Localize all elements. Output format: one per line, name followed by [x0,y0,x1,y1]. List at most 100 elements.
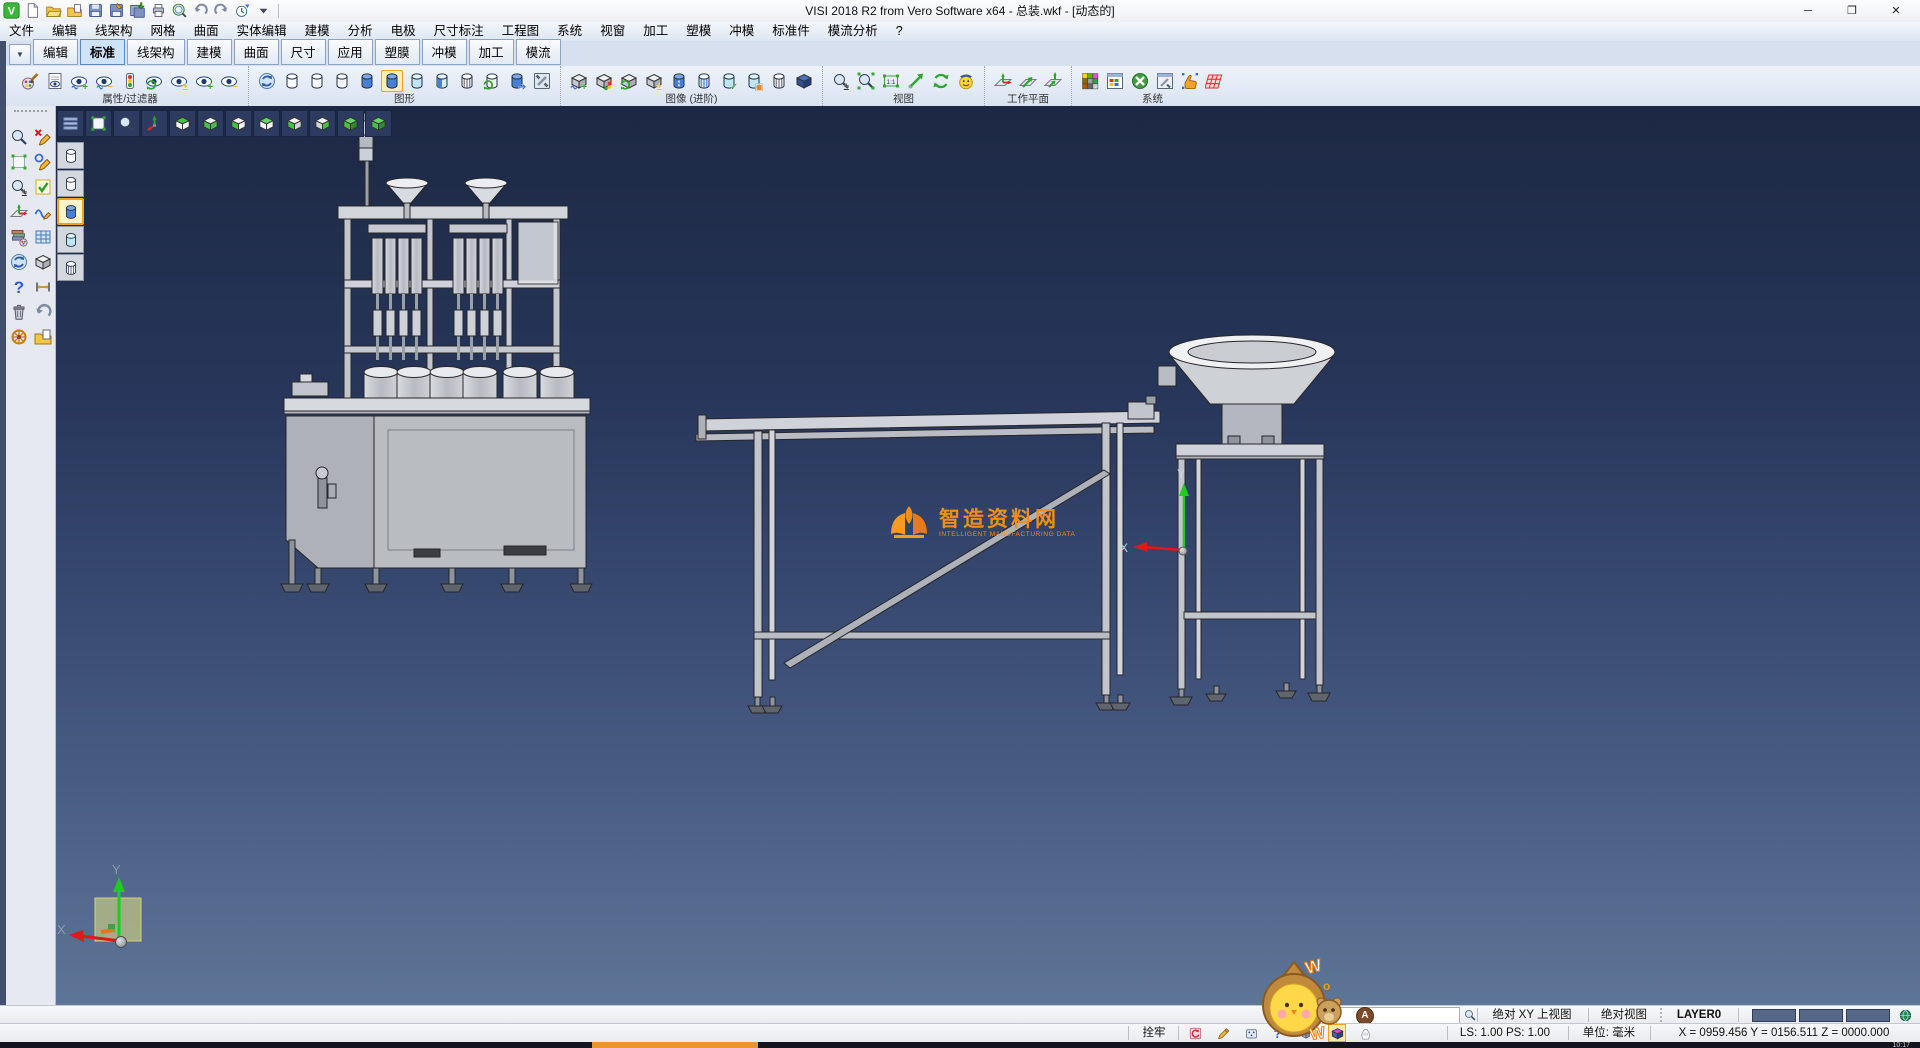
shaded-box-icon[interactable] [793,70,815,92]
regenerate-icon[interactable] [8,251,30,273]
color-swatch-2[interactable] [1799,1009,1843,1022]
command-input[interactable] [1336,1007,1460,1024]
view-orientation-label[interactable]: 绝对 XY 上视图 [1482,1006,1582,1024]
system-panel-icon[interactable] [1154,70,1176,92]
layer-colors-icon[interactable] [8,226,30,248]
history-icon[interactable] [233,1,252,20]
advanced-toggle-icon[interactable]: ± [643,70,665,92]
tab-冲模[interactable]: 冲模 [422,39,467,65]
system-colors-icon[interactable] [1079,70,1101,92]
color-swatch-3[interactable] [1846,1009,1890,1022]
shaded-edges-icon[interactable] [381,70,403,92]
grid-display-icon[interactable] [32,226,54,248]
status-snap-icon[interactable] [1294,1024,1312,1042]
attributes-view-icon[interactable] [44,70,66,92]
advanced-add-icon[interactable]: + [568,70,590,92]
taskbar-active-app[interactable] [592,1042,758,1048]
zoom-dynamic-icon[interactable] [8,126,30,148]
shading-icon[interactable] [32,251,54,273]
measure-icon[interactable] [32,276,54,298]
view-mode-label[interactable]: 绝对视图 [1594,1006,1654,1024]
redraw-icon[interactable] [256,70,278,92]
menu-item-17[interactable]: 模流分析 [819,22,887,41]
zoom-window-icon[interactable] [8,151,30,173]
system-display-icon[interactable] [1104,70,1126,92]
view-shaded-button[interactable] [365,110,392,137]
wireframe-cylinder-icon[interactable] [281,70,303,92]
render-settings-icon[interactable] [531,70,553,92]
workplane-icon[interactable] [8,201,30,223]
preview-icon[interactable] [170,1,189,20]
tab-编辑[interactable]: 编辑 [33,39,78,65]
restore-button[interactable]: ❐ [1830,0,1874,21]
units-label[interactable]: 单位: 毫米 [1574,1024,1644,1042]
render-wireframe-2[interactable] [57,170,84,197]
print-icon[interactable] [149,1,168,20]
show-add-icon[interactable]: + [69,70,91,92]
tag-solid-icon[interactable]: ▣ [743,70,765,92]
save-all-icon[interactable] [128,1,147,20]
help-icon[interactable]: ? [8,276,30,298]
view-bottom-button[interactable] [197,110,224,137]
render-shaded-light[interactable] [57,226,84,253]
visibility-refresh-icon[interactable] [144,70,166,92]
erase-entity-icon[interactable] [32,126,54,148]
status-record-icon[interactable] [1186,1024,1204,1042]
open-file-icon[interactable] [44,1,63,20]
section-cylinder-icon[interactable] [668,70,690,92]
workplane-create-icon[interactable] [992,70,1014,92]
advanced-filter-icon[interactable] [593,70,615,92]
minimize-button[interactable]: ─ [1786,0,1830,21]
menu-item-14[interactable]: 塑模 [677,22,720,41]
render-hatched[interactable] [57,254,84,281]
render-shaded[interactable] [57,198,84,225]
attributes-color-icon[interactable] [19,70,41,92]
tab-模流[interactable]: 模流 [516,39,561,65]
status-box-icon[interactable] [1328,1024,1346,1042]
lock-toggle[interactable]: 拴牢 [1134,1024,1174,1042]
view-menu-icon[interactable] [57,110,84,137]
hide-all-icon[interactable]: − [219,70,241,92]
view-top-button[interactable] [169,110,196,137]
system-snap-icon[interactable] [1179,70,1201,92]
status-help-icon[interactable]: ? [1268,1024,1286,1042]
render-recycle-icon[interactable] [481,70,503,92]
3d-viewport[interactable]: Y X Y X [55,106,1920,1006]
system-grid-icon[interactable] [1204,70,1226,92]
tab-标准[interactable]: 标准 [80,39,125,65]
close-button[interactable]: ✕ [1874,0,1918,21]
render-wireframe-1[interactable] [57,142,84,169]
undo-icon[interactable] [191,1,210,20]
tab-曲面[interactable]: 曲面 [234,39,279,65]
options-wheel-icon[interactable] [8,326,30,348]
status-glove-icon[interactable] [1356,1024,1374,1042]
workplane-align-icon[interactable] [1017,70,1039,92]
status-grid-icon[interactable] [1242,1024,1260,1042]
view-front-button[interactable] [225,110,252,137]
zoom-extents-icon[interactable] [855,70,877,92]
tab-应用[interactable]: 应用 [328,39,373,65]
qat-dropdown-icon[interactable] [254,1,273,20]
validate-solid-icon[interactable]: ✓ [718,70,740,92]
status-edit-icon[interactable] [1214,1024,1232,1042]
menu-item-12[interactable]: 视窗 [591,22,634,41]
advanced-refresh-icon[interactable] [618,70,640,92]
show-all-icon[interactable]: + [194,70,216,92]
hide-remove-icon[interactable]: − [94,70,116,92]
delete-icon[interactable] [8,301,30,323]
zoom-scale-icon[interactable]: ± [8,176,30,198]
insert-file-icon[interactable] [65,1,84,20]
dynamic-view-button[interactable] [113,110,140,137]
undo-left-icon[interactable] [32,301,54,323]
view-iso-button[interactable] [337,110,364,137]
visibility-toggle-icon[interactable]: ± [169,70,191,92]
menu-item-15[interactable]: 冲模 [720,22,763,41]
menu-item-16[interactable]: 标准件 [763,22,819,41]
axes-view-button[interactable] [141,110,168,137]
shade-view-icon[interactable] [955,70,977,92]
refresh-view-icon[interactable] [930,70,952,92]
system-settings-icon[interactable] [1129,70,1151,92]
active-layer-label[interactable]: LAYER0 [1668,1006,1730,1024]
edit-entity-icon[interactable] [32,151,54,173]
new-file-icon[interactable] [23,1,42,20]
